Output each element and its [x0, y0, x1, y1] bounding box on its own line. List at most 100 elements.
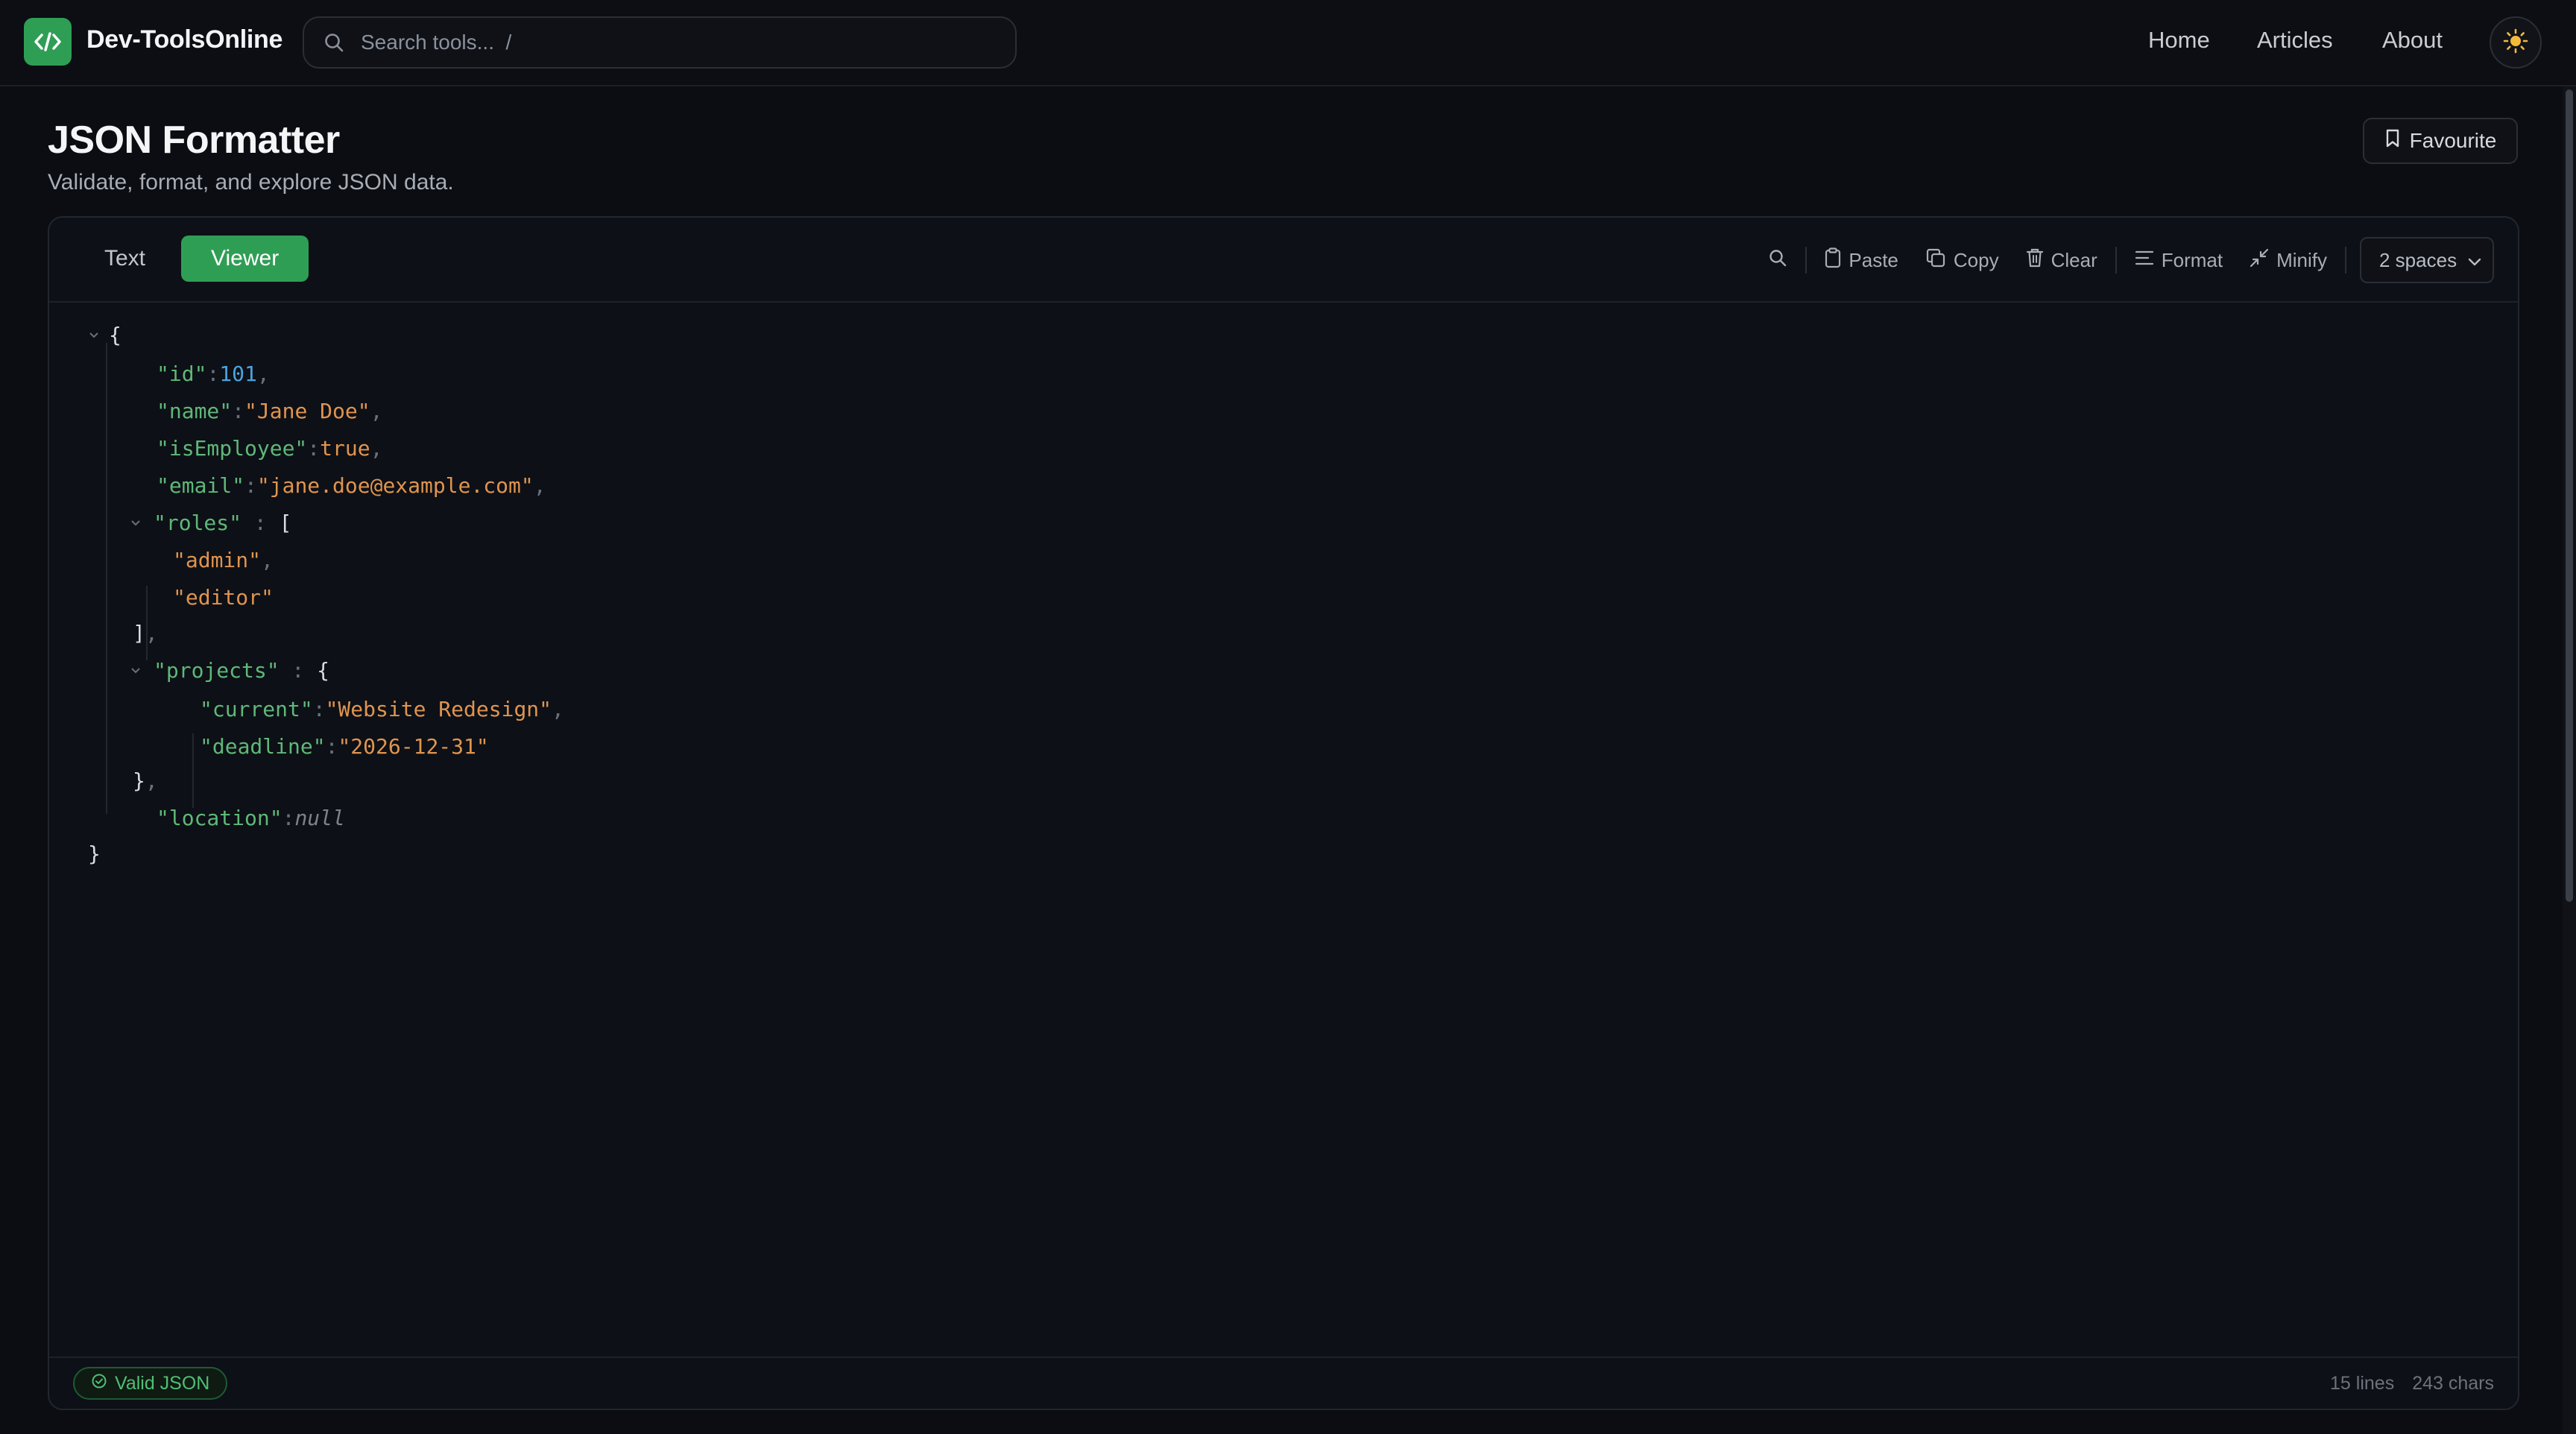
- json-comma: ,: [370, 399, 383, 423]
- json-line-name: "name":"Jane Doe",: [157, 395, 382, 428]
- brace-open: {: [109, 323, 121, 347]
- sun-icon: [2503, 28, 2528, 57]
- trash-icon: [2026, 247, 2044, 274]
- char-count: 243 chars: [2412, 1373, 2494, 1394]
- json-key: "email": [157, 473, 245, 498]
- collapse-chevron-icon[interactable]: [128, 516, 143, 531]
- paste-button[interactable]: Paste: [1811, 237, 1912, 283]
- status-bar: Valid JSON 15 lines 243 chars: [49, 1356, 2518, 1409]
- json-colon: :: [307, 436, 321, 461]
- mode-tabs: Text Viewer: [75, 236, 309, 285]
- indent-select[interactable]: 2 spaces: [2360, 237, 2494, 283]
- document-stats: 15 lines 243 chars: [2330, 1373, 2494, 1394]
- paste-label: Paste: [1849, 248, 1898, 271]
- json-colon: :: [232, 399, 245, 423]
- chevron-down-icon: [2467, 249, 2482, 272]
- brace-open: {: [317, 658, 330, 683]
- bookmark-icon: [2384, 129, 2401, 154]
- minimize-arrows-icon: [2250, 248, 2269, 273]
- format-button[interactable]: Format: [2121, 237, 2236, 283]
- json-tree-viewer[interactable]: { "id":101, "name":"Jane Doe", "isEmploy…: [49, 303, 2518, 1325]
- tab-viewer[interactable]: Viewer: [181, 236, 309, 282]
- toolbar-divider: [2115, 247, 2117, 274]
- json-key: "isEmployee": [157, 436, 308, 461]
- page-title: JSON Formatter: [48, 119, 340, 162]
- json-root-close: }: [88, 838, 101, 871]
- line-count: 15 lines: [2330, 1373, 2395, 1394]
- json-line-location: "location":null: [157, 802, 345, 835]
- json-null-value: null: [294, 806, 345, 830]
- nav-about[interactable]: About: [2382, 27, 2443, 54]
- clear-label: Clear: [2051, 248, 2097, 271]
- copy-label: Copy: [1953, 248, 1999, 271]
- toolbar-divider: [1805, 247, 1808, 274]
- tab-text[interactable]: Text: [75, 236, 175, 282]
- json-string-value: "Website Redesign": [325, 697, 552, 721]
- collapse-chevron-icon[interactable]: [128, 663, 143, 678]
- json-key: "id": [157, 361, 207, 386]
- minify-button[interactable]: Minify: [2236, 237, 2340, 283]
- page-subtitle: Validate, format, and explore JSON data.: [48, 170, 454, 195]
- page-scrollbar-thumb[interactable]: [2566, 89, 2573, 902]
- indent-select-value: 2 spaces: [2379, 248, 2457, 271]
- json-key: "projects": [154, 658, 280, 683]
- json-array-item: "admin",: [173, 544, 274, 577]
- valid-json-badge: Valid JSON: [73, 1367, 228, 1400]
- json-string-value: "jane.doe@example.com": [256, 473, 534, 498]
- json-comma: ,: [256, 361, 270, 386]
- json-colon: :: [206, 361, 220, 386]
- json-comma: ,: [552, 697, 564, 721]
- json-comma: ,: [533, 473, 546, 498]
- json-colon: :: [325, 734, 338, 759]
- align-left-icon: [2135, 249, 2154, 272]
- code-logo-icon[interactable]: [24, 18, 72, 66]
- clear-button[interactable]: Clear: [2012, 237, 2111, 283]
- search-input[interactable]: [359, 19, 1015, 66]
- bracket-open: [: [279, 511, 292, 535]
- theme-toggle-button[interactable]: [2490, 16, 2542, 69]
- collapse-chevron-icon[interactable]: [86, 328, 101, 343]
- editor-actions: Paste Copy Clear Format Minify 2 spaces: [1755, 237, 2494, 283]
- json-comma: ,: [145, 621, 158, 645]
- json-array-item: "editor": [173, 581, 274, 614]
- brace-close: }: [88, 841, 101, 866]
- search-icon: [1768, 248, 1787, 273]
- json-string-value: "admin": [173, 548, 262, 572]
- json-projects-close: },: [133, 765, 158, 797]
- bracket-close: ]: [133, 621, 145, 645]
- json-key: "name": [157, 399, 233, 423]
- check-circle-icon: [91, 1373, 107, 1394]
- indent-guide: [192, 733, 194, 808]
- indent-guide: [106, 343, 107, 814]
- json-editor-card: Text Viewer Paste Copy Clear Format Mini…: [48, 216, 2519, 1410]
- json-key: "roles": [154, 511, 242, 535]
- editor-toolbar: Text Viewer Paste Copy Clear Format Mini…: [49, 218, 2518, 303]
- json-string-value: "2026-12-31": [338, 734, 489, 759]
- copy-icon: [1925, 247, 1946, 274]
- json-line-isemployee: "isEmployee":true,: [157, 432, 382, 465]
- json-number-value: 101: [219, 361, 257, 386]
- json-comma: ,: [145, 768, 158, 793]
- json-line-email: "email":"jane.doe@example.com",: [157, 470, 546, 502]
- json-string-value: "Jane Doe": [244, 399, 370, 423]
- search-icon: [323, 30, 349, 55]
- top-navbar: Dev-ToolsOnline Home Articles About: [0, 0, 2576, 86]
- json-key: "current": [200, 697, 313, 721]
- json-colon: :: [312, 697, 326, 721]
- favourite-button[interactable]: Favourite: [2363, 118, 2518, 164]
- json-line-roles: "roles" : [: [154, 507, 291, 540]
- search-json-button[interactable]: [1755, 237, 1801, 283]
- json-colon: :: [282, 806, 295, 830]
- copy-button[interactable]: Copy: [1912, 237, 2012, 283]
- json-colon: :: [279, 658, 318, 683]
- nav-home[interactable]: Home: [2148, 27, 2210, 54]
- toolbar-divider: [2345, 247, 2346, 274]
- favourite-label: Favourite: [2409, 129, 2497, 152]
- json-colon: :: [242, 511, 280, 535]
- nav-articles[interactable]: Articles: [2257, 27, 2333, 54]
- brand-name[interactable]: Dev-ToolsOnline: [86, 25, 282, 54]
- json-line-deadline: "deadline":"2026-12-31": [200, 730, 489, 763]
- json-roles-close: ],: [133, 617, 158, 650]
- search-box[interactable]: [303, 16, 1017, 69]
- minify-label: Minify: [2276, 248, 2327, 271]
